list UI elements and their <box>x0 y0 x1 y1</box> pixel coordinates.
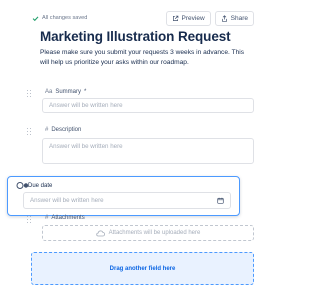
summary-field[interactable]: Aa Summary * Answer will be written here <box>27 87 254 113</box>
drag-handle-icon[interactable] <box>27 128 32 136</box>
description-label: # Description <box>36 125 254 135</box>
save-status: All changes saved <box>32 15 87 22</box>
attachments-label: # Attachments <box>36 213 254 223</box>
attachments-upload-area[interactable]: Attachments will be uploaded here <box>42 225 254 241</box>
form-description[interactable]: Please make sure you submit your request… <box>40 48 254 67</box>
description-input[interactable]: Answer will be written here <box>42 138 254 164</box>
required-mark: * <box>84 89 87 95</box>
form-title[interactable]: Marketing Illustration Request <box>40 29 231 44</box>
hash-icon: # <box>45 127 49 133</box>
drop-zone[interactable]: Drag another field here <box>31 252 254 285</box>
summary-label: Aa Summary * <box>36 87 254 97</box>
calendar-icon[interactable] <box>217 197 224 204</box>
preview-button-label: Preview <box>181 14 205 22</box>
share-button[interactable]: Share <box>214 10 254 26</box>
share-icon <box>221 14 227 22</box>
summary-label-text: Summary <box>55 89 82 95</box>
header-actions: Preview Share <box>165 10 254 26</box>
due-date-field[interactable]: Due date Answer will be written here <box>7 176 240 216</box>
due-date-label-text: Due date <box>28 183 53 189</box>
attachments-label-text: Attachments <box>51 215 85 221</box>
share-button-label: Share <box>230 14 248 22</box>
top-bar: All changes saved Preview Share <box>32 10 254 26</box>
summary-input[interactable]: Answer will be written here <box>42 98 254 113</box>
drop-zone-label: Drag another field here <box>109 265 176 272</box>
preview-button[interactable]: Preview <box>165 10 211 26</box>
description-label-text: Description <box>51 127 82 133</box>
due-date-input[interactable]: Answer will be written here <box>23 192 231 209</box>
paperclip-icon: # <box>45 215 49 221</box>
attachments-placeholder: Attachments will be uploaded here <box>108 230 201 236</box>
check-icon <box>32 15 39 21</box>
save-status-text: All changes saved <box>42 15 88 21</box>
text-icon: Aa <box>45 89 53 95</box>
attachments-field[interactable]: # Attachments Attachments will be upload… <box>27 213 254 241</box>
description-field[interactable]: # Description Answer will be written her… <box>27 125 254 164</box>
drag-handle-icon[interactable] <box>27 216 32 224</box>
due-date-placeholder: Answer will be written here <box>30 197 104 204</box>
cloud-upload-icon <box>95 230 105 236</box>
drag-handle-icon[interactable] <box>27 90 32 98</box>
external-link-icon <box>172 15 178 21</box>
due-date-label: Due date <box>28 181 52 191</box>
